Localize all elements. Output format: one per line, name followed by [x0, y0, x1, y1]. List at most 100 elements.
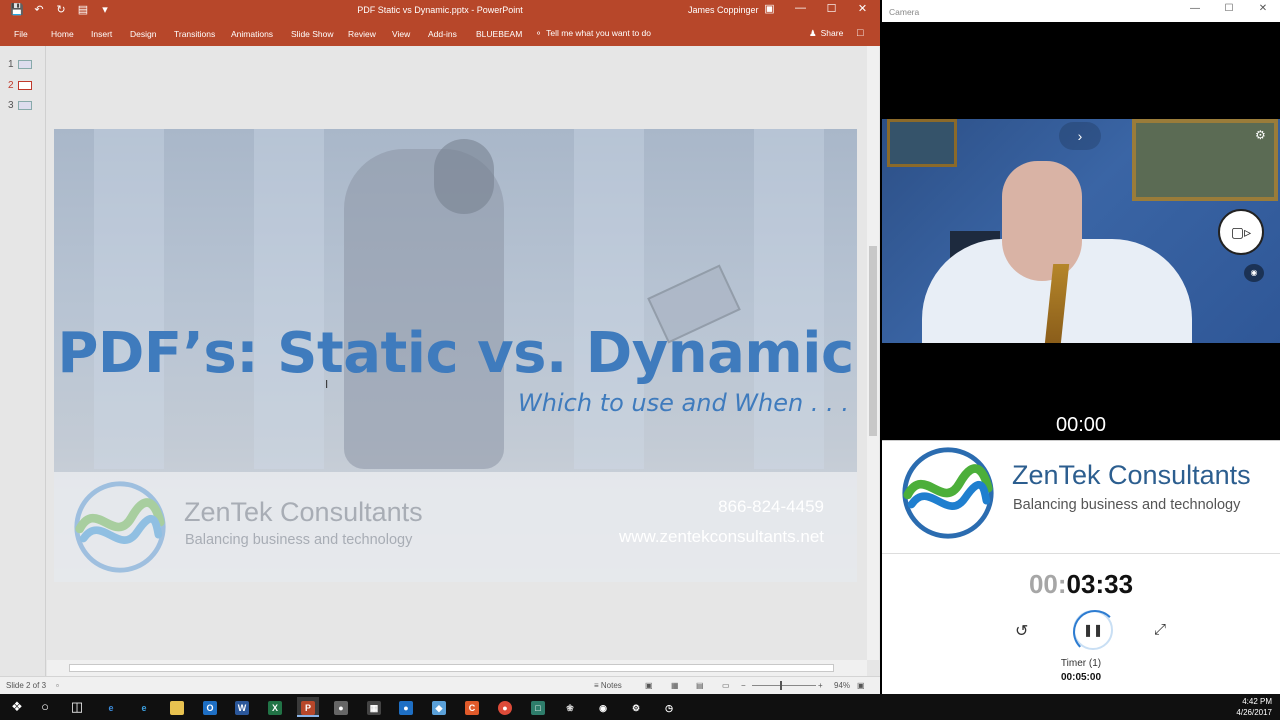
fit-to-window-icon[interactable]: ▣ [857, 681, 865, 690]
lightbulb-icon: ⚬ [535, 28, 543, 38]
timer-hours: 00 [1028, 569, 1058, 599]
tab-bluebeam[interactable]: BLUEBEAM [476, 29, 522, 39]
edge-browser-icon[interactable]: e [100, 697, 122, 717]
app-icon[interactable]: □ [527, 697, 549, 717]
maximize-icon[interactable]: ☐ [1212, 3, 1246, 14]
normal-view-icon[interactable]: ▣ [645, 681, 653, 690]
wall-painting [887, 119, 957, 167]
calculator-icon[interactable]: ▦ [363, 697, 385, 717]
thumbnail-slide-3[interactable]: 3 [8, 100, 32, 111]
minimize-icon[interactable]: — [785, 2, 816, 15]
thumbnail-slide-1[interactable]: 1 [8, 59, 32, 70]
pause-icon: ❚❚ [1082, 623, 1104, 637]
tab-home[interactable]: Home [51, 29, 74, 39]
word-icon[interactable]: W [231, 697, 253, 717]
minimize-icon[interactable]: — [1178, 3, 1212, 14]
app-icon[interactable]: ⚙ [625, 697, 647, 717]
slide-title[interactable]: PDF’s: Static vs. Dynamic [54, 321, 857, 386]
app-icon[interactable]: ● [395, 697, 417, 717]
slide-company-name: ZenTek Consultants [184, 497, 423, 527]
text-cursor-icon: Ⅰ [325, 379, 329, 391]
timer-total-duration: 00:05:00 [1060, 672, 1102, 683]
app-icon[interactable]: ● [330, 697, 352, 717]
app-icon[interactable]: ❀ [559, 697, 581, 717]
notes-label: Notes [600, 681, 622, 690]
reset-icon[interactable]: ↺ [1015, 621, 1028, 641]
zoom-slider-knob[interactable] [780, 681, 782, 690]
app-icon[interactable]: ◆ [428, 697, 450, 717]
camera-titlebar: Camera — ☐ ✕ [882, 0, 1280, 22]
notes-button[interactable]: ≡ Notes [594, 681, 622, 690]
tab-review[interactable]: Review [348, 29, 376, 39]
system-clock[interactable]: 4:42 PM 4/26/2017 [1236, 696, 1272, 718]
tab-add-ins[interactable]: Add-ins [428, 29, 457, 39]
tab-insert[interactable]: Insert [91, 29, 112, 39]
vertical-scroll-thumb[interactable] [869, 246, 877, 436]
thumbnail-slide-2[interactable]: 2 [8, 80, 32, 91]
excel-icon[interactable]: X [264, 697, 286, 717]
background-window [754, 129, 824, 469]
zoom-out-icon[interactable]: − [741, 681, 746, 690]
photo-mode-button[interactable]: ◉ [1244, 264, 1264, 282]
zentek-logo-icon [74, 481, 166, 573]
chrome-icon[interactable]: ● [494, 697, 516, 717]
tab-file[interactable]: File [14, 29, 28, 39]
recording-time: 00:00 [1055, 414, 1107, 436]
zoom-level[interactable]: 94% [834, 681, 850, 690]
slide-company-tagline: Balancing business and technology [185, 532, 413, 548]
tab-transitions[interactable]: Transitions [174, 29, 215, 39]
tell-me-box[interactable]: ⚬ Tell me what you want to do [535, 28, 651, 39]
camera-icon: ◉ [1250, 268, 1258, 277]
app-icon[interactable]: C [461, 697, 483, 717]
camera-window-controls: — ☐ ✕ [1178, 3, 1280, 14]
camera-window-title: Camera [889, 7, 920, 17]
thumbnail-image [17, 81, 32, 90]
panel-company-tagline: Balancing business and technology [1013, 497, 1241, 513]
share-button[interactable]: ♟ Share [809, 28, 843, 39]
chevron-right-icon[interactable]: › [1059, 122, 1101, 150]
slide-sorter-icon[interactable]: ▦ [671, 681, 679, 690]
file-explorer-icon[interactable] [166, 697, 188, 717]
close-icon[interactable]: ✕ [847, 2, 878, 15]
windows-start-icon[interactable]: ❖ [6, 697, 28, 717]
camera-app-icon[interactable]: ◉ [592, 697, 614, 717]
internet-explorer-icon[interactable]: e [133, 697, 155, 717]
user-name[interactable]: James Coppinger [688, 5, 759, 15]
spellcheck-icon[interactable]: ▫ [56, 681, 59, 690]
video-record-button[interactable]: ▢▹ [1218, 209, 1264, 255]
outlook-icon[interactable]: O [199, 697, 221, 717]
close-icon[interactable]: ✕ [1246, 3, 1280, 14]
company-logo-panel: ZenTek Consultants Balancing business an… [882, 440, 1280, 553]
tab-view[interactable]: View [392, 29, 410, 39]
task-view-icon[interactable]: ◫ [66, 697, 88, 717]
thumbnail-number: 3 [8, 100, 14, 111]
search-icon[interactable]: ○ [34, 697, 56, 717]
vertical-scrollbar[interactable] [867, 46, 879, 660]
comments-icon[interactable]: □ [857, 27, 864, 39]
gear-icon[interactable]: ⚙ [1255, 128, 1266, 142]
zoom-in-icon[interactable]: + [818, 681, 823, 690]
ribbon-display-options-icon[interactable]: ▣ [754, 2, 785, 15]
horizontal-scrollbar[interactable] [47, 660, 867, 676]
timer-display: 00:03:33 [882, 569, 1280, 600]
tab-slide-show[interactable]: Slide Show [291, 29, 334, 39]
zoom-slider[interactable] [752, 681, 816, 690]
maximize-icon[interactable]: ☐ [816, 2, 847, 15]
slide-thumbnail-pane: 1 2 3 [0, 46, 46, 676]
timer-separator: : [1057, 569, 1067, 599]
tab-animations[interactable]: Animations [231, 29, 273, 39]
slide-canvas[interactable]: PDF’s: Static vs. Dynamic Which to use a… [54, 129, 857, 582]
tab-design[interactable]: Design [130, 29, 156, 39]
slide-show-icon[interactable]: ▭ [722, 681, 730, 690]
expand-icon[interactable]: ⤢ [1154, 621, 1166, 638]
alarms-clock-icon[interactable]: ◷ [658, 697, 680, 717]
slide-subtitle[interactable]: Which to use and When . . . [518, 389, 849, 417]
tell-me-text: Tell me what you want to do [546, 28, 652, 38]
powerpoint-icon[interactable]: P [297, 697, 319, 717]
reading-view-icon[interactable]: ▤ [696, 681, 704, 690]
camera-window: Camera — ☐ ✕ › ⚙ ▢▹ ◉ 00:00 [882, 0, 1280, 440]
timer-panel: 00:03:33 ↺ ❚❚ ⤢ Timer (1) 00:05:00 [882, 553, 1280, 694]
thumbnail-number: 1 [8, 59, 14, 70]
pause-button[interactable]: ❚❚ [1073, 610, 1117, 654]
horizontal-scroll-thumb[interactable] [69, 664, 834, 672]
